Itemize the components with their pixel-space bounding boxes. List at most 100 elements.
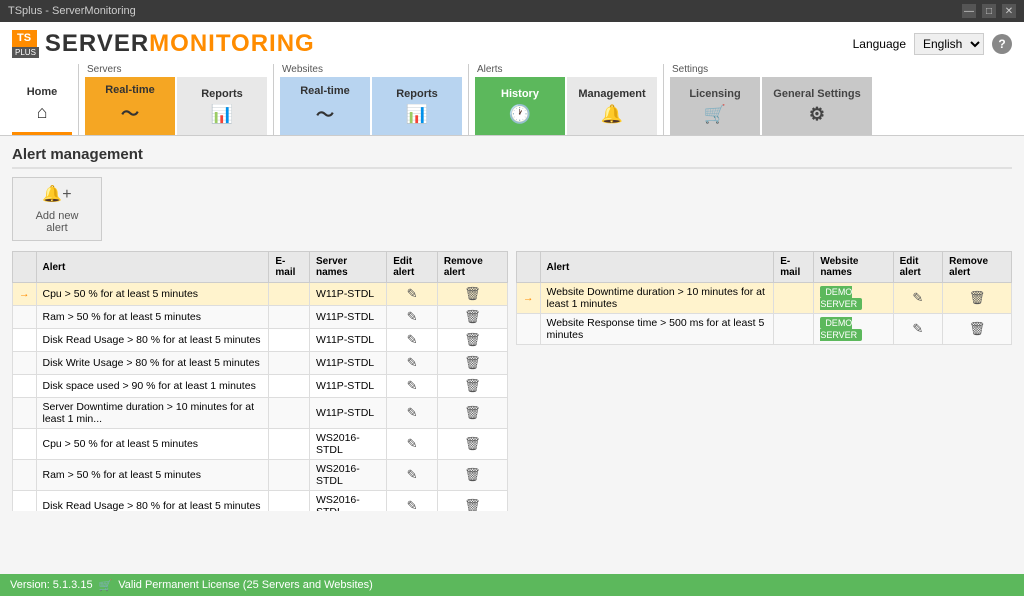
trash-icon[interactable]: 🗑 — [464, 436, 481, 451]
server-alerts-table-wrapper[interactable]: Alert E-mail Server names Edit alert Rem… — [12, 251, 508, 511]
edit-cell[interactable]: ✎ — [387, 429, 438, 460]
trash-icon[interactable]: 🗑 — [969, 321, 986, 336]
nav-websites-reports[interactable]: Reports 📊 — [372, 77, 462, 135]
version-text: Version: 5.1.3.15 — [10, 579, 93, 591]
language-label: Language — [853, 37, 906, 51]
trash-icon[interactable]: 🗑 — [464, 286, 481, 301]
edit-icon[interactable]: ✎ — [407, 355, 418, 370]
server-alert-row: Disk Read Usage > 80 % for at least 5 mi… — [13, 491, 508, 512]
nav-servers-realtime[interactable]: Real-time 〜 — [85, 77, 175, 135]
nav-websites-realtime[interactable]: Real-time 〜 — [280, 77, 370, 135]
websites-realtime-label: Real-time — [300, 85, 350, 97]
minimize-button[interactable]: — — [962, 4, 976, 18]
remove-cell[interactable]: 🗑 — [437, 329, 507, 352]
settings-licensing-icon: 🛒 — [704, 104, 726, 125]
email-cell — [269, 375, 310, 398]
edit-icon[interactable]: ✎ — [407, 378, 418, 393]
edit-icon[interactable]: ✎ — [407, 436, 418, 451]
remove-cell[interactable]: 🗑 — [437, 306, 507, 329]
settings-licensing-label: Licensing — [689, 88, 740, 100]
remove-cell[interactable]: 🗑 — [437, 429, 507, 460]
server-name-cell: W11P-STDL — [310, 283, 387, 306]
edit-cell[interactable]: ✎ — [387, 329, 438, 352]
edit-cell[interactable]: ✎ — [893, 314, 942, 345]
nav-alerts-label: Alerts — [475, 64, 657, 75]
trash-icon[interactable]: 🗑 — [969, 290, 986, 305]
section-title: Alert management — [12, 146, 1012, 169]
nav-alerts-management[interactable]: Management 🔔 — [567, 77, 657, 135]
servers-reports-icon: 📊 — [211, 104, 233, 125]
nav-sep-3 — [468, 64, 469, 135]
remove-cell[interactable]: 🗑 — [437, 375, 507, 398]
row-arrow: → — [13, 283, 37, 306]
maximize-button[interactable]: □ — [982, 4, 996, 18]
remove-cell[interactable]: 🗑 — [437, 398, 507, 429]
trash-icon[interactable]: 🗑 — [464, 405, 481, 420]
remove-cell[interactable]: 🗑 — [437, 352, 507, 375]
email-cell — [774, 314, 814, 345]
col-edit-website: Edit alert — [893, 252, 942, 283]
remove-cell[interactable]: 🗑 — [943, 283, 1012, 314]
email-cell — [269, 491, 310, 512]
settings-general-icon: ⚙ — [809, 104, 825, 125]
nav-home[interactable]: Home ⌂ — [12, 77, 72, 135]
remove-cell[interactable]: 🗑 — [437, 283, 507, 306]
edit-icon[interactable]: ✎ — [912, 321, 923, 336]
trash-icon[interactable]: 🗑 — [464, 467, 481, 482]
nav-settings-licensing[interactable]: Licensing 🛒 — [670, 77, 760, 135]
nav-settings-general[interactable]: General Settings ⚙ — [762, 77, 872, 135]
row-arrow — [13, 306, 37, 329]
row-arrow — [13, 375, 37, 398]
edit-icon[interactable]: ✎ — [407, 467, 418, 482]
edit-cell[interactable]: ✎ — [387, 283, 438, 306]
edit-cell[interactable]: ✎ — [387, 491, 438, 512]
settings-general-label: General Settings — [773, 88, 860, 100]
email-cell — [269, 329, 310, 352]
edit-icon[interactable]: ✎ — [407, 309, 418, 324]
edit-cell[interactable]: ✎ — [387, 460, 438, 491]
remove-cell[interactable]: 🗑 — [437, 460, 507, 491]
server-name-cell: WS2016-STDL — [310, 491, 387, 512]
email-cell — [269, 429, 310, 460]
edit-cell[interactable]: ✎ — [387, 352, 438, 375]
edit-cell[interactable]: ✎ — [387, 398, 438, 429]
row-arrow — [13, 429, 37, 460]
add-alert-icon: 🔔+ — [42, 184, 71, 204]
email-cell — [269, 398, 310, 429]
col-alert-server: Alert — [36, 252, 269, 283]
remove-cell[interactable]: 🗑 — [943, 314, 1012, 345]
col-email-website: E-mail — [774, 252, 814, 283]
nav-alerts-history[interactable]: History 🕐 — [475, 77, 565, 135]
server-alert-row: Cpu > 50 % for at least 5 minutes WS2016… — [13, 429, 508, 460]
server-alert-row: → Cpu > 50 % for at least 5 minutes W11P… — [13, 283, 508, 306]
cart-icon: 🛒 — [99, 579, 113, 592]
edit-cell[interactable]: ✎ — [387, 306, 438, 329]
edit-icon[interactable]: ✎ — [407, 286, 418, 301]
edit-icon[interactable]: ✎ — [912, 290, 923, 305]
email-cell — [269, 306, 310, 329]
col-alert-website: Alert — [540, 252, 774, 283]
nav-servers-reports[interactable]: Reports 📊 — [177, 77, 267, 135]
edit-cell[interactable]: ✎ — [387, 375, 438, 398]
edit-cell[interactable]: ✎ — [893, 283, 942, 314]
language-select[interactable]: English — [914, 33, 984, 55]
trash-icon[interactable]: 🗑 — [464, 332, 481, 347]
help-button[interactable]: ? — [992, 34, 1012, 54]
trash-icon[interactable]: 🗑 — [464, 355, 481, 370]
email-cell — [269, 460, 310, 491]
alerts-management-icon: 🔔 — [601, 104, 623, 125]
trash-icon[interactable]: 🗑 — [464, 378, 481, 393]
edit-icon[interactable]: ✎ — [407, 498, 418, 511]
server-alert-row: Disk space used > 90 % for at least 1 mi… — [13, 375, 508, 398]
website-alerts-table-wrapper[interactable]: Alert E-mail Website names Edit alert Re… — [516, 251, 1012, 345]
trash-icon[interactable]: 🗑 — [464, 498, 481, 511]
home-label: Home — [27, 86, 58, 98]
edit-icon[interactable]: ✎ — [407, 332, 418, 347]
add-alert-button[interactable]: 🔔+ Add new alert — [12, 177, 102, 241]
logo-plus: PLUS — [12, 47, 39, 58]
close-button[interactable]: ✕ — [1002, 4, 1016, 18]
server-name-cell: WS2016-STDL — [310, 460, 387, 491]
edit-icon[interactable]: ✎ — [407, 405, 418, 420]
remove-cell[interactable]: 🗑 — [437, 491, 507, 512]
trash-icon[interactable]: 🗑 — [464, 309, 481, 324]
